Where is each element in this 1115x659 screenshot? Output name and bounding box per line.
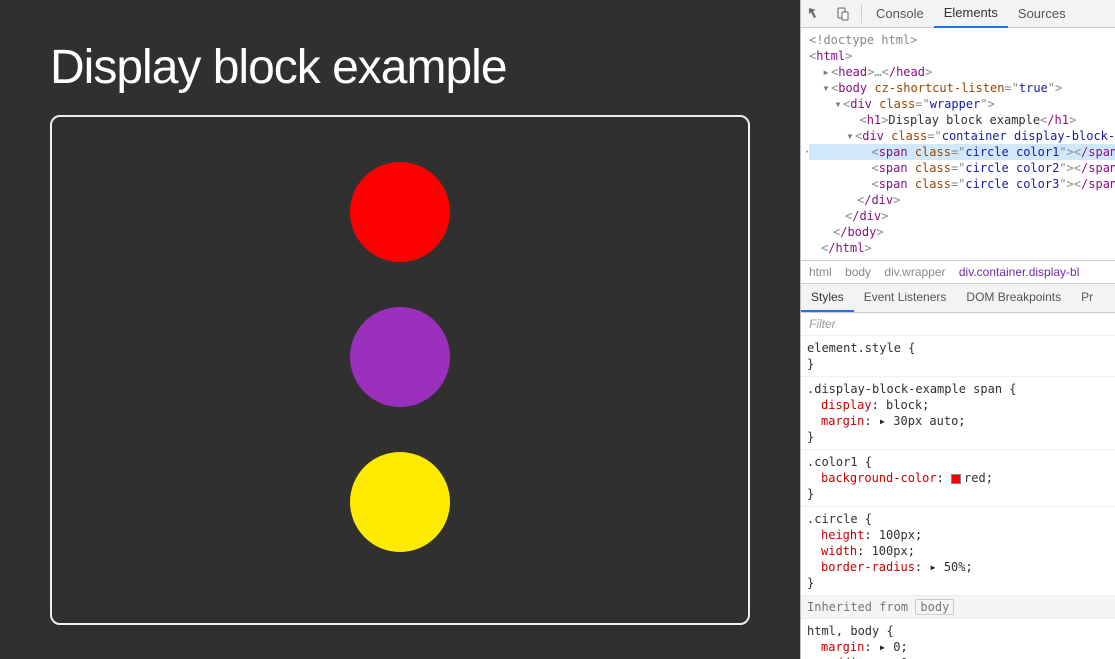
tab-sources[interactable]: Sources — [1008, 0, 1076, 27]
rule-display-block[interactable]: .display-block-example span { display: b… — [801, 377, 1115, 450]
dom-line[interactable]: ▾<body cz-shortcut-listen="true"> — [809, 80, 1115, 96]
css-rules: element.style { } .display-block-example… — [801, 336, 1115, 659]
tab-elements[interactable]: Elements — [934, 0, 1008, 28]
dom-line[interactable]: <h1>Display block example</h1> — [809, 112, 1115, 128]
crumb[interactable]: div.wrapper — [884, 265, 945, 279]
subtab-styles[interactable]: Styles — [801, 284, 854, 312]
dom-line[interactable]: </div> — [809, 192, 1115, 208]
tab-console[interactable]: Console — [866, 0, 934, 27]
toolbar-separator — [861, 5, 862, 23]
rule-color1[interactable]: .color1 { background-color: red; } — [801, 450, 1115, 507]
rendered-page: Display block example — [0, 0, 800, 659]
styles-subtabs: Styles Event Listeners DOM Breakpoints P… — [801, 284, 1115, 313]
device-toolbar-icon[interactable] — [829, 6, 857, 22]
dom-line[interactable]: <span class="circle color3"></span — [809, 176, 1115, 192]
inspect-icon[interactable] — [801, 6, 829, 22]
dom-line[interactable]: <html> — [809, 48, 1115, 64]
dom-line[interactable]: ▾<div class="container display-block- — [809, 128, 1115, 144]
crumb[interactable]: body — [845, 265, 871, 279]
devtools-panel: Console Elements Sources <!doctype html>… — [800, 0, 1115, 659]
inherited-from-row: Inherited from body — [801, 596, 1115, 619]
dom-line[interactable]: <span class="circle color2"></span — [809, 160, 1115, 176]
rule-circle[interactable]: .circle { height: 100px; width: 100px; b… — [801, 507, 1115, 596]
dom-line[interactable]: </body> — [809, 224, 1115, 240]
devtools-toolbar: Console Elements Sources — [801, 0, 1115, 28]
dom-line[interactable]: </html> — [809, 240, 1115, 256]
subtab-event-listeners[interactable]: Event Listeners — [854, 284, 957, 312]
circle-purple — [350, 307, 450, 407]
crumb-current[interactable]: div.container.display-bl — [959, 265, 1080, 279]
subtab-properties[interactable]: Pr — [1071, 284, 1103, 312]
crumb[interactable]: html — [809, 265, 832, 279]
dom-line[interactable]: </div> — [809, 208, 1115, 224]
dom-line-selected[interactable]: <span class="circle color1"></span — [809, 144, 1115, 160]
subtab-dom-breakpoints[interactable]: DOM Breakpoints — [956, 284, 1071, 312]
rule-html-body[interactable]: html, body { margin: ▸ 0; padding: ▸ 0; … — [801, 619, 1115, 659]
rule-element-style[interactable]: element.style { } — [801, 336, 1115, 377]
inherited-link[interactable]: body — [915, 599, 954, 615]
dom-tree[interactable]: <!doctype html> <html> ▸<head>…</head> ▾… — [801, 28, 1115, 261]
circle-yellow — [350, 452, 450, 552]
color-swatch-icon[interactable] — [951, 474, 961, 484]
dom-line[interactable]: <!doctype html> — [809, 32, 1115, 48]
styles-filter-input[interactable]: Filter — [801, 313, 1115, 336]
page-title: Display block example — [50, 40, 750, 95]
breadcrumb[interactable]: html body div.wrapper div.container.disp… — [801, 261, 1115, 284]
container-box — [50, 115, 750, 625]
dom-line[interactable]: ▾<div class="wrapper"> — [809, 96, 1115, 112]
circle-red — [350, 162, 450, 262]
dom-line[interactable]: ▸<head>…</head> — [809, 64, 1115, 80]
